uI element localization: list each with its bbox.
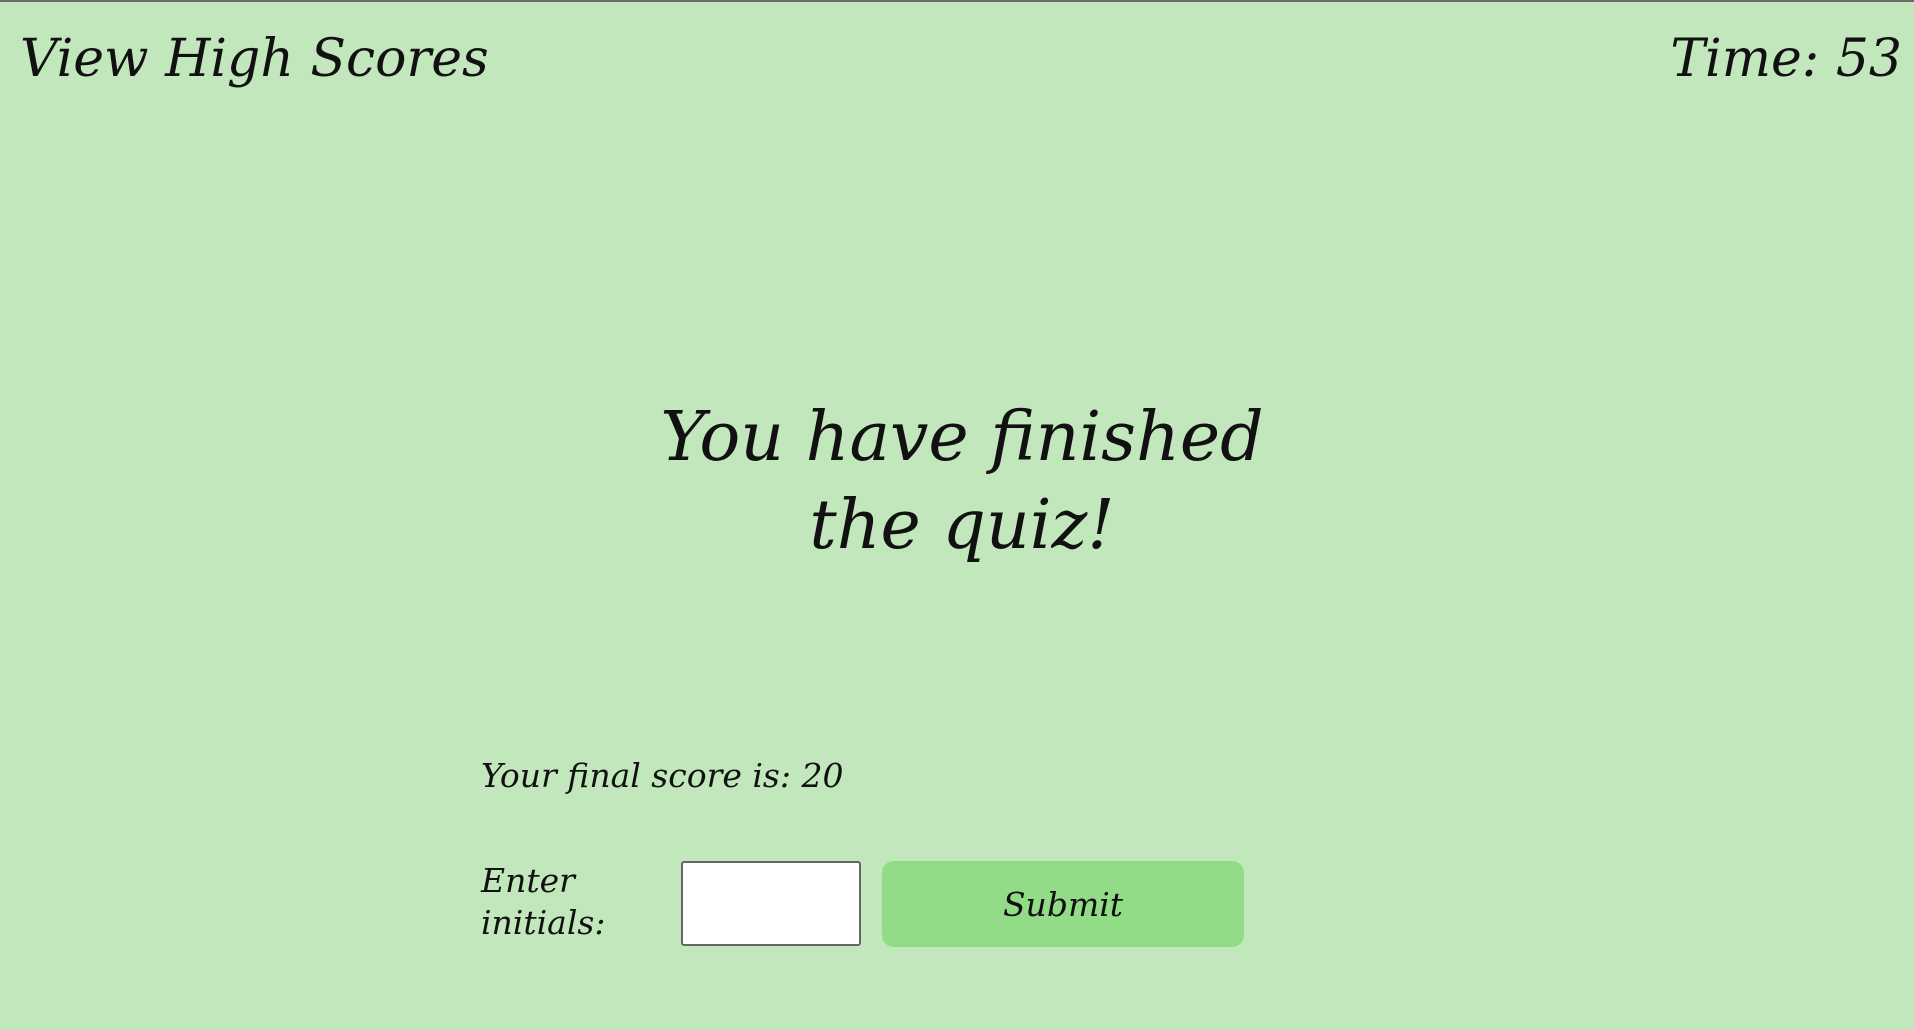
- initials-input[interactable]: [681, 861, 861, 946]
- final-score-text: Your final score is: 20: [481, 756, 844, 795]
- initials-label: Enter initials:: [481, 861, 606, 942]
- view-high-scores-link[interactable]: View High Scores: [20, 24, 489, 94]
- submit-button[interactable]: Submit: [882, 861, 1244, 947]
- timer-display: Time: 53: [1670, 29, 1902, 89]
- quiz-finished-title: You have finished the quiz!: [660, 398, 1264, 565]
